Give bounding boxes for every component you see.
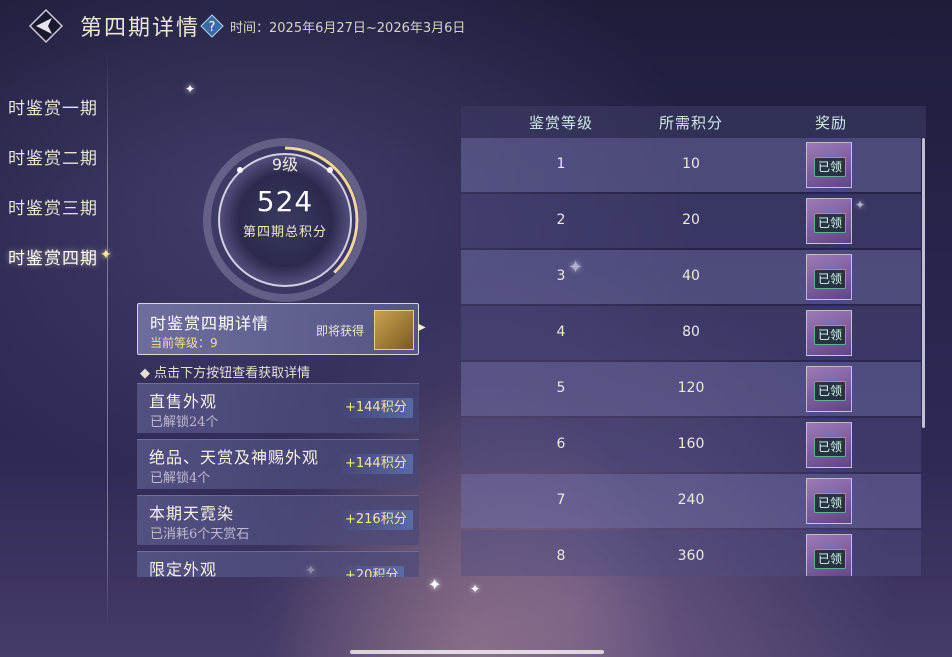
row-points: 40	[682, 268, 700, 284]
claimed-badge: 已领	[814, 157, 847, 177]
source-title: 绝品、天赏及神赐外观	[149, 448, 320, 467]
nav-item-period-4[interactable]: 时鉴赏四期	[8, 244, 98, 269]
help-icon[interactable]: ?	[200, 14, 224, 38]
table-scrollbar[interactable]	[922, 138, 925, 428]
nav-item-period-1[interactable]: 时鉴赏一期	[8, 94, 98, 119]
active-marker-icon: ✦	[100, 247, 112, 263]
reward-item-icon[interactable]: 已领	[806, 198, 852, 244]
sparkle-icon: ✦	[470, 582, 481, 596]
table-row: 8 360 已领	[461, 530, 921, 576]
soon-label: 即将获得	[316, 324, 365, 338]
table-row: 6 160 已领	[461, 418, 921, 472]
row-points: 10	[682, 156, 700, 172]
claimed-badge: 已领	[814, 493, 847, 513]
row-points: 120	[677, 380, 705, 396]
table-row: 3 40 已领	[461, 250, 921, 304]
claimed-badge: 已领	[814, 437, 847, 457]
claimed-badge: 已领	[814, 213, 847, 233]
source-title: 直售外观	[149, 392, 218, 411]
sparkle-icon: ✦	[428, 575, 442, 594]
header-reward: 奖励	[814, 114, 847, 132]
svg-text:?: ?	[209, 20, 216, 35]
row-level: 1	[556, 156, 566, 172]
table-row: 4 80 已领	[461, 306, 921, 360]
points-badge: +144积分	[339, 398, 413, 418]
points-badge: +20积分	[339, 566, 405, 577]
claimed-badge: 已领	[814, 381, 847, 401]
sparkle-icon: ✦	[185, 82, 196, 96]
nav-divider	[107, 55, 108, 625]
detail-title: 时鉴赏四期详情	[150, 314, 270, 333]
reward-item-icon[interactable]: 已领	[806, 422, 852, 468]
row-points: 240	[677, 492, 705, 508]
claimed-badge: 已领	[814, 269, 847, 289]
hint-text: ◆ 点击下方按钮查看获取详情	[140, 366, 311, 381]
reward-table: 鉴赏等级 所需积分 奖励 1 10 已领 2 20 已领 3 40 已领 4 80 已领 5 120 已领 6…	[461, 106, 926, 576]
source-sub: 已消耗6个天赏石	[150, 527, 250, 542]
row-level: 3	[556, 268, 566, 284]
header-bar: 第四期详情 ? 时间：2025年6月27日~2026年3月6日	[0, 0, 952, 52]
reward-item-icon[interactable]: 已领	[806, 534, 852, 576]
back-button[interactable]	[28, 8, 64, 44]
period-text: 时间：2025年6月27日~2026年3月6日	[230, 21, 466, 36]
source-sub: 已解锁24个	[150, 415, 219, 430]
points-badge: +216积分	[339, 510, 413, 530]
source-item[interactable]: 限定外观 +20积分	[137, 551, 419, 577]
points-badge: +144积分	[339, 454, 413, 474]
source-sub: 已解锁4个	[150, 471, 211, 486]
source-item[interactable]: 直售外观 已解锁24个 +144积分	[137, 383, 419, 433]
source-item[interactable]: 绝品、天赏及神赐外观 已解锁4个 +144积分	[137, 439, 419, 489]
table-row: 5 120 已领	[461, 362, 921, 416]
reward-item-icon[interactable]: 已领	[806, 478, 852, 524]
row-points: 360	[677, 548, 705, 564]
row-points: 160	[677, 436, 705, 452]
source-title: 本期天霓染	[149, 504, 235, 523]
pointer-arrow-icon: ▶	[418, 322, 426, 333]
total-score: 524	[256, 185, 314, 218]
source-title: 限定外观	[149, 560, 218, 577]
row-level: 2	[556, 212, 566, 228]
table-row: 7 240 已领	[461, 474, 921, 528]
claimed-badge: 已领	[814, 325, 847, 345]
period-detail-card[interactable]: 时鉴赏四期详情 当前等级：9 即将获得	[137, 303, 419, 355]
nav-item-period-3[interactable]: 时鉴赏三期	[8, 194, 98, 219]
table-row: 1 10 已领	[461, 138, 921, 192]
row-level: 4	[556, 324, 566, 340]
row-level: 5	[556, 380, 566, 396]
next-reward-icon[interactable]	[374, 310, 414, 350]
header-level: 鉴赏等级	[528, 114, 593, 132]
table-row: 2 20 已领	[461, 194, 921, 248]
row-level: 8	[556, 548, 566, 564]
table-header: 鉴赏等级 所需积分 奖励	[461, 106, 926, 138]
header-points: 所需积分	[658, 114, 723, 132]
reward-item-icon[interactable]: 已领	[806, 254, 852, 300]
points-source-list: 直售外观 已解锁24个 +144积分 绝品、天赏及神赐外观 已解锁4个 +144…	[137, 383, 419, 577]
row-points: 20	[682, 212, 700, 228]
page-title: 第四期详情	[80, 16, 201, 41]
row-level: 7	[556, 492, 566, 508]
back-arrow-icon	[28, 8, 64, 44]
score-ring: 9级 524 第四期总积分	[200, 135, 370, 305]
reward-item-icon[interactable]: 已领	[806, 142, 852, 188]
nav-item-period-2[interactable]: 时鉴赏二期	[8, 144, 98, 169]
row-points: 80	[682, 324, 700, 340]
source-item[interactable]: 本期天霓染 已消耗6个天赏石 +216积分	[137, 495, 419, 545]
row-level: 6	[556, 436, 566, 452]
reward-item-icon[interactable]: 已领	[806, 366, 852, 412]
reward-item-icon[interactable]: 已领	[806, 310, 852, 356]
home-indicator[interactable]	[350, 650, 604, 654]
total-score-label: 第四期总积分	[242, 225, 327, 240]
ring-level: 9级	[271, 155, 299, 174]
current-level: 当前等级：9	[150, 336, 218, 350]
claimed-badge: 已领	[814, 549, 847, 569]
